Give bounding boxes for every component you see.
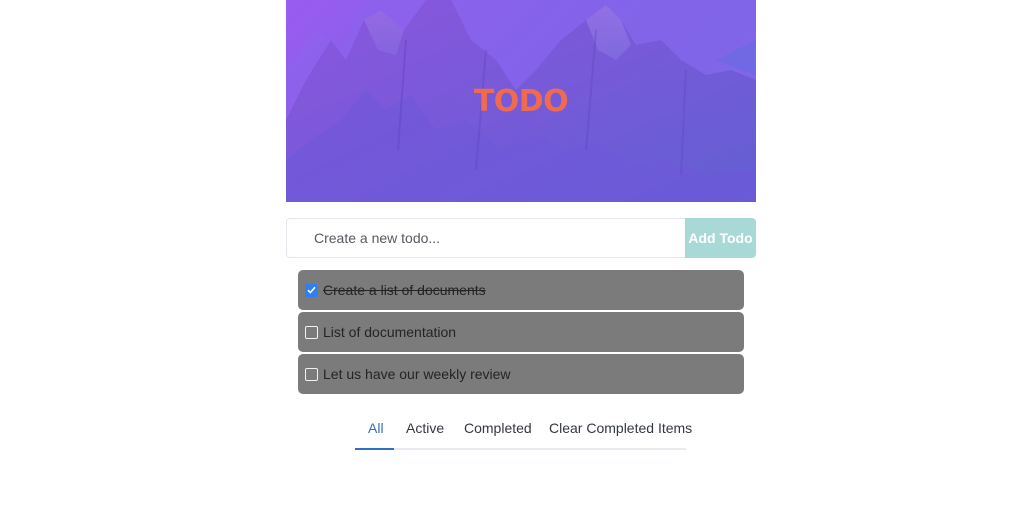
active-tab-indicator	[355, 448, 394, 450]
todo-item[interactable]: Let us have our weekly review	[298, 354, 744, 394]
checkmark-icon	[307, 286, 316, 294]
clear-completed-button[interactable]: Clear Completed Items	[549, 420, 692, 436]
todo-text: Let us have our weekly review	[323, 366, 511, 382]
hero-banner: TODO	[286, 0, 756, 202]
new-todo-form: Add Todo	[286, 218, 756, 258]
todo-item[interactable]: Create a list of documents	[298, 270, 744, 310]
todo-checkbox[interactable]	[305, 367, 318, 381]
filter-tabs: All Active Completed Clear Completed Ite…	[355, 412, 692, 450]
tab-active[interactable]: Active	[406, 420, 444, 436]
todo-list: Create a list of documents List of docum…	[298, 270, 744, 396]
tab-completed[interactable]: Completed	[464, 420, 532, 436]
add-todo-button[interactable]: Add Todo	[685, 218, 756, 258]
todo-app: TODO Add Todo Create a list of documents…	[0, 0, 1020, 519]
todo-text: Create a list of documents	[323, 282, 486, 298]
todo-item[interactable]: List of documentation	[298, 312, 744, 352]
todo-checkbox-checked[interactable]	[305, 283, 318, 297]
todo-checkbox[interactable]	[305, 325, 318, 339]
new-todo-input[interactable]	[286, 218, 685, 258]
todo-text: List of documentation	[323, 324, 457, 340]
app-title: TODO	[473, 84, 569, 119]
tab-all[interactable]: All	[368, 420, 384, 436]
